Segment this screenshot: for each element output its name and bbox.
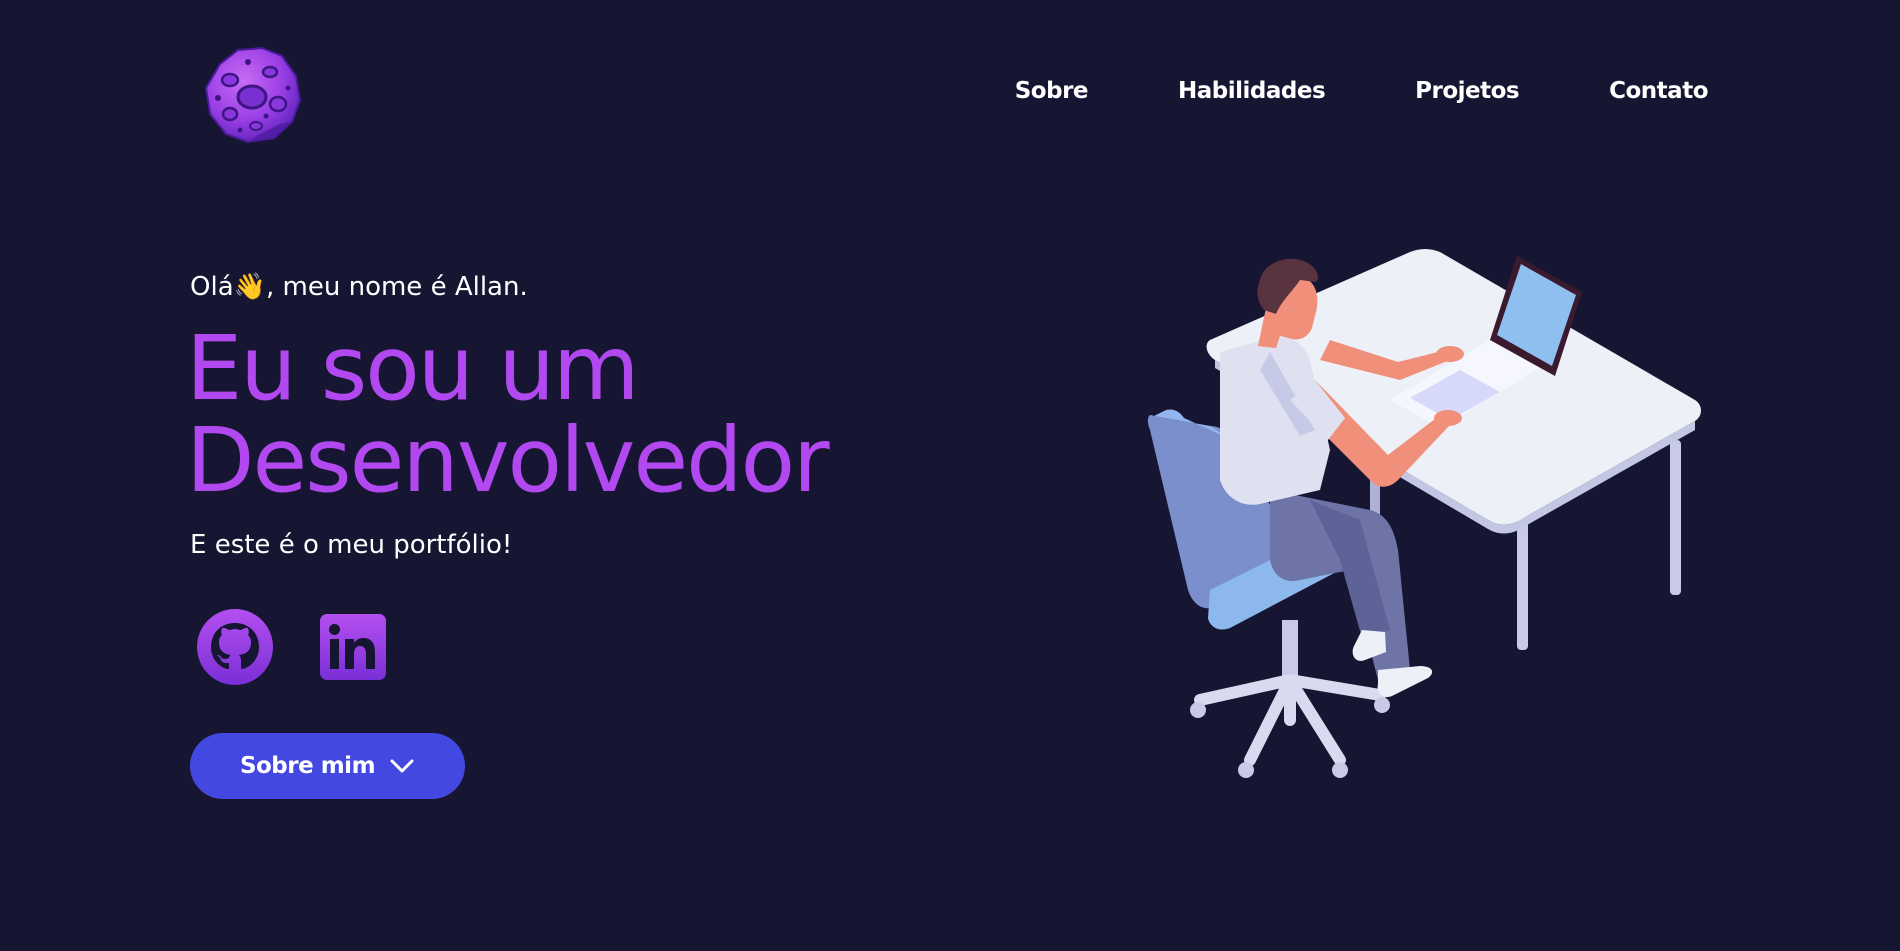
- hero-subtitle: E este é o meu portfólio!: [190, 530, 513, 560]
- nav-item-sobre[interactable]: Sobre: [1015, 78, 1089, 104]
- main-nav: Sobre Habilidades Projetos Contato: [1015, 78, 1709, 104]
- greeting-text: Olá👋, meu nome é Allan.: [190, 272, 528, 302]
- nav-item-projetos[interactable]: Projetos: [1415, 78, 1519, 104]
- sobre-mim-button[interactable]: Sobre mim: [190, 733, 465, 799]
- sobre-mim-button-label: Sobre mim: [239, 753, 376, 779]
- asteroid-logo-icon: [204, 46, 302, 144]
- nav-item-contato[interactable]: Contato: [1609, 78, 1708, 104]
- portfolio-page: Sobre Habilidades Projetos Contato Olá👋,…: [0, 0, 1900, 951]
- developer-illustration: [1140, 240, 1710, 810]
- hero-headline: Eu sou um Desenvolvedor: [186, 322, 946, 506]
- asteroid-logo[interactable]: [200, 42, 306, 148]
- linkedin-icon: [320, 614, 386, 680]
- headline-line-2: Desenvolvedor: [186, 408, 830, 512]
- github-icon: [197, 609, 273, 685]
- developer-at-desk-image: [1147, 249, 1701, 778]
- nav-item-habilidades[interactable]: Habilidades: [1178, 78, 1326, 104]
- social-links: [196, 608, 388, 686]
- chevron-down-icon: [390, 759, 414, 773]
- headline-line-1: Eu sou um: [186, 316, 640, 420]
- linkedin-link[interactable]: [318, 612, 388, 682]
- github-link[interactable]: [196, 608, 274, 686]
